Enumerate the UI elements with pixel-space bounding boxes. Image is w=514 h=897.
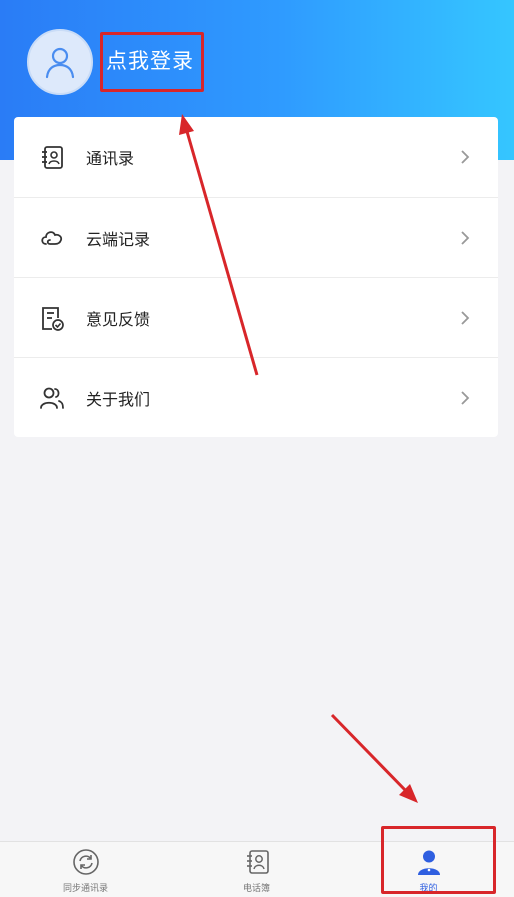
arrow-head-down-icon: [399, 784, 418, 803]
sync-icon: [72, 849, 99, 875]
tab-label: 同步通讯录: [62, 884, 108, 894]
menu-item-about-us[interactable]: 关于我们: [14, 357, 498, 437]
annotation-box-login: [100, 32, 204, 92]
menu-item-label: 通讯录: [86, 149, 135, 168]
menu-card: 通讯录 云端记录 意见反馈 关于我们: [14, 117, 498, 437]
tab-label: 电话簿: [242, 884, 270, 894]
chevron-right-icon: [461, 310, 470, 325]
menu-item-label: 云端记录: [86, 229, 151, 249]
user-outline-icon: [45, 47, 75, 79]
menu-item-label: 关于我们: [86, 389, 151, 409]
menu-item-label: 意见反馈: [86, 309, 151, 329]
users-icon: [40, 387, 64, 409]
chevron-right-icon: [461, 230, 470, 245]
cloud-icon: [41, 231, 63, 245]
avatar[interactable]: [27, 29, 93, 95]
annotation-arrow-mine: [330, 713, 410, 795]
menu-item-contacts[interactable]: 通讯录: [14, 117, 498, 197]
annotation-box-mine-tab: [381, 826, 496, 894]
address-book-icon: [42, 146, 63, 169]
tab-sync-contacts[interactable]: 同步通讯录: [0, 842, 171, 897]
tab-phonebook[interactable]: 电话簿: [171, 842, 342, 897]
menu-item-feedback[interactable]: 意见反馈: [14, 277, 498, 357]
menu-item-cloud-records[interactable]: 云端记录: [14, 197, 498, 277]
phonebook-icon: [246, 850, 269, 874]
chevron-right-icon: [461, 390, 470, 405]
feedback-document-icon: [42, 307, 64, 331]
chevron-right-icon: [461, 150, 470, 164]
